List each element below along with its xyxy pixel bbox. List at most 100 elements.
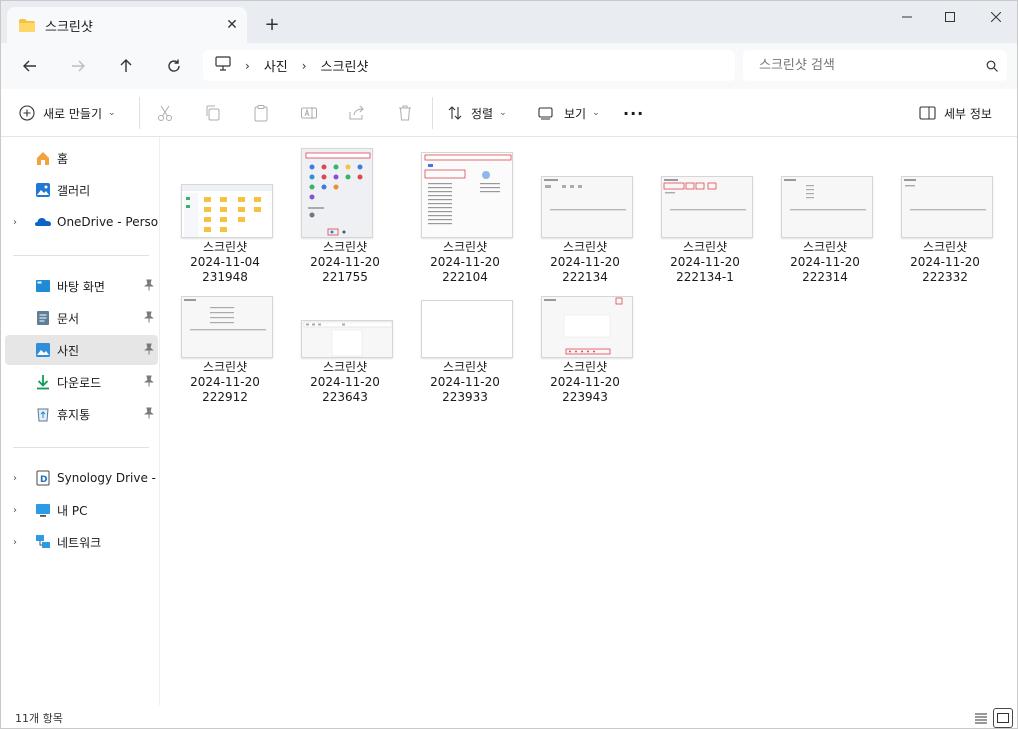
chevron-right-icon[interactable]: › [13,505,17,516]
tab-title: 스크린샷 [45,19,93,35]
file-item[interactable]: 스크린샷 2024-11-20 223943 [521,258,639,404]
file-thumbnail [781,176,873,238]
arrow-left-icon [23,60,36,72]
sidebar-item-gallery[interactable]: 갤러리 [5,175,158,205]
copy-button[interactable] [204,99,222,127]
pin-icon[interactable] [144,407,154,422]
sidebar-item-network[interactable]: › 네트워크 [5,527,158,557]
address-bar[interactable]: › 사진 › 스크린샷 [203,50,735,81]
file-item[interactable]: 스크린샷 2024-11-20 222134 [521,138,639,284]
folder-icon [19,18,35,32]
sidebar-item-this-pc[interactable]: › 내 PC [5,495,158,525]
details-pane-button[interactable]: 세부 정보 [919,99,992,127]
file-thumbnail [181,296,273,358]
thumbnail-view-icon [997,713,1009,723]
delete-button[interactable] [396,99,414,127]
sidebar-item-desktop[interactable]: 바탕 화면 [5,271,158,301]
share-icon [349,105,364,120]
new-label: 새로 만들기 [43,106,103,121]
file-item[interactable]: 스크린샷 2024-11-20 222104 [401,138,519,284]
chevron-right-icon[interactable]: › [13,473,17,484]
rename-button[interactable] [300,99,318,127]
pin-icon[interactable] [144,375,154,390]
chevron-down-icon: ⌄ [592,108,600,118]
up-button[interactable] [111,51,141,81]
file-item[interactable]: 스크린샷 2024-11-20 221755 [281,138,399,284]
arrow-right-icon [72,60,85,72]
file-thumbnail [541,176,633,238]
sidebar-item-recycle-bin[interactable]: 휴지통 [5,399,158,429]
search-input[interactable] [759,58,977,73]
sidebar-item-pictures[interactable]: 사진 [5,335,158,365]
sort-button[interactable]: 정렬 ⌄ [447,99,507,127]
sidebar-item-synology-drive[interactable]: › D Synology Drive - D [5,463,159,493]
minimize-button[interactable] [884,1,930,33]
file-item[interactable]: 스크린샷 2024-11-20 222912 [161,258,279,404]
title-bar: 스크린샷 ✕ + [1,1,1017,43]
cut-button[interactable] [156,99,174,127]
tab-close-button[interactable]: ✕ [217,17,247,33]
file-name: 스크린샷 2024-11-20 223943 [550,360,620,404]
divider [139,97,140,129]
file-item[interactable]: 스크린샷 2024-11-04 231948 [161,138,279,284]
pin-icon[interactable] [144,279,154,294]
share-button[interactable] [348,99,366,127]
details-label: 세부 정보 [944,106,992,121]
back-button[interactable] [15,51,45,81]
status-bar: 11개 항목 [1,705,1017,728]
gallery-icon [35,182,51,198]
details-view-button[interactable] [971,708,991,728]
file-item[interactable]: 스크린샷 2024-11-20 222332 [881,138,999,284]
file-name: 스크린샷 2024-11-20 223643 [310,360,380,404]
clipboard-icon [254,105,268,122]
more-options-button[interactable]: ··· [623,99,644,127]
copy-icon [206,105,220,121]
breadcrumb-item-pictures[interactable]: 사진 [264,56,288,75]
pc-icon [215,56,231,75]
large-icons-view-button[interactable] [993,708,1013,728]
pc-icon [35,502,51,518]
close-button[interactable] [973,1,1017,33]
file-thumbnail [301,320,393,358]
pin-icon[interactable] [144,311,154,326]
synology-icon: D [35,470,51,486]
file-thumbnail [901,176,993,238]
file-name: 스크린샷 2024-11-20 222314 [790,240,860,284]
file-item[interactable]: 스크린샷 2024-11-20 222314 [761,138,879,284]
chevron-down-icon: ⌄ [108,108,116,118]
paste-button[interactable] [252,99,270,127]
file-name: 스크린샷 2024-11-20 222332 [910,240,980,284]
divider [13,447,149,448]
chevron-right-icon[interactable]: › [13,537,17,548]
sidebar-item-onedrive[interactable]: › OneDrive - Persona [5,207,159,237]
file-thumbnail [421,152,513,238]
file-thumbnail [541,296,633,358]
arrow-up-icon [120,59,132,72]
rename-icon [301,107,317,119]
refresh-button[interactable] [159,51,189,81]
breadcrumb-item-screenshots[interactable]: 스크린샷 [321,56,369,75]
forward-button[interactable] [63,51,93,81]
search-box[interactable] [743,50,1007,81]
pin-icon[interactable] [144,343,154,358]
file-item[interactable]: 스크린샷 2024-11-20 222134-1 [641,138,759,284]
file-name: 스크린샷 2024-11-20 222912 [190,360,260,404]
refresh-icon [168,59,180,72]
file-item[interactable]: 스크린샷 2024-11-20 223643 [281,258,399,404]
onedrive-icon [35,214,51,230]
tab-screenshots[interactable]: 스크린샷 ✕ [7,7,247,43]
sidebar-item-home[interactable]: 홈 [5,143,158,173]
sidebar-item-downloads[interactable]: 다운로드 [5,367,158,397]
divider [432,97,433,129]
chevron-down-icon: ⌄ [499,108,507,118]
chevron-right-icon[interactable]: › [13,217,17,228]
new-tab-button[interactable]: + [259,13,285,39]
file-item[interactable]: 스크린샷 2024-11-20 223933 [401,258,519,404]
maximize-button[interactable] [927,1,973,33]
documents-icon [35,310,51,326]
recycle-bin-icon [35,406,51,422]
view-button[interactable]: 보기 ⌄ [538,99,600,127]
breadcrumb-separator: › [245,58,250,73]
sidebar-item-documents[interactable]: 문서 [5,303,158,333]
new-button[interactable]: 새로 만들기 ⌄ [19,99,116,127]
